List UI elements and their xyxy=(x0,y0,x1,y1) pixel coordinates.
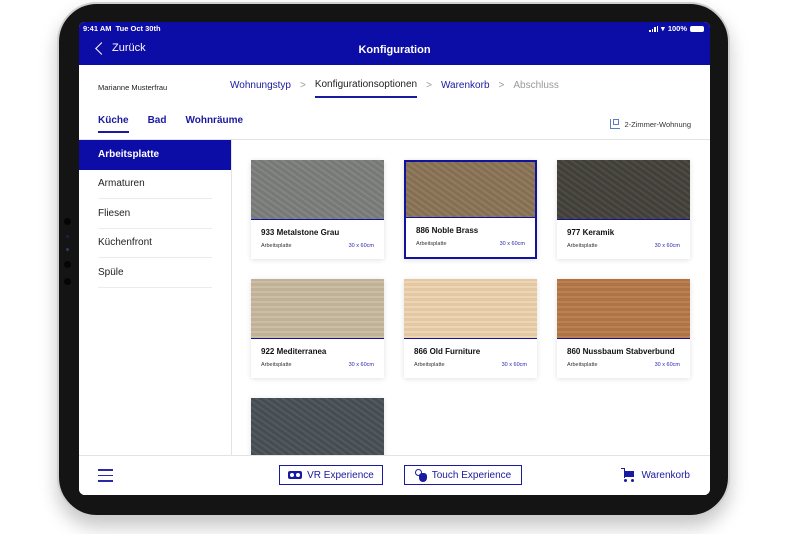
app-screen: 9:41 AM Tue Oct 30th ▾ 100% Zurück Konfi… xyxy=(79,22,710,495)
sidebar-item[interactable]: Armaturen xyxy=(98,170,212,199)
product-grid[interactable]: 933 Metalstone Grau Arbeitsplatte 30 x 60c… xyxy=(232,140,710,455)
bottom-toolbar: VR Experience Touch Experience Warenkorb xyxy=(79,455,710,495)
product-category: Arbeitsplatte xyxy=(261,243,292,249)
material-swatch xyxy=(251,279,384,339)
room-tabs: Küche Bad Wohnräume xyxy=(98,115,243,133)
product-meta: Arbeitsplatte 30 x 60cm xyxy=(416,241,525,247)
breadcrumb-step: Abschluss xyxy=(513,80,559,91)
battery-icon xyxy=(690,25,704,32)
user-name: Marianne Musterfrau xyxy=(98,83,168,92)
menu-button[interactable] xyxy=(98,469,113,486)
product-name: 977 Keramik xyxy=(567,228,615,237)
status-indicators: ▾ 100% xyxy=(649,24,704,33)
main-content: Arbeitsplatte Armaturen Fliesen Küchenfront… xyxy=(79,140,710,455)
signal-icon xyxy=(649,25,659,32)
tablet-camera-sensors xyxy=(62,218,72,295)
apartment-type[interactable]: 2-Zimmer-Wohnung xyxy=(610,119,691,129)
product-meta: Arbeitsplatte 30 x 60cm xyxy=(567,362,680,368)
sidebar-item[interactable]: Fliesen xyxy=(98,199,212,229)
touch-hand-icon xyxy=(414,468,427,482)
breadcrumb-step[interactable]: Wohnungstyp xyxy=(230,80,291,97)
breadcrumb-separator: > xyxy=(498,80,505,91)
date: Tue Oct 30th xyxy=(115,24,161,33)
material-swatch xyxy=(406,162,535,218)
product-size: 30 x 60cm xyxy=(348,243,374,249)
cart-button[interactable]: Warenkorb xyxy=(621,468,690,482)
product-card[interactable]: 933 Metalstone Grau Arbeitsplatte 30 x 60c… xyxy=(251,160,384,259)
wifi-icon: ▾ xyxy=(661,24,665,33)
product-card[interactable] xyxy=(251,398,384,455)
page-title: Konfiguration xyxy=(358,44,431,56)
product-meta: Arbeitsplatte 30 x 60cm xyxy=(261,243,374,249)
status-time: 9:41 AM Tue Oct 30th xyxy=(83,24,161,33)
apartment-label: 2-Zimmer-Wohnung xyxy=(624,119,691,129)
product-card[interactable]: 860 Nussbaum Stabverbund Arbeitsplatte 30 … xyxy=(557,279,690,378)
breadcrumb-step[interactable]: Konfigurationsoptionen xyxy=(314,79,418,98)
room-tab[interactable]: Wohnräume xyxy=(185,115,243,133)
product-card[interactable]: 866 Old Furniture Arbeitsplatte 30 x 60cm xyxy=(404,279,537,378)
battery-percent: 100% xyxy=(667,24,687,33)
product-size: 30 x 60cm xyxy=(348,362,374,368)
category-sidebar: Arbeitsplatte Armaturen Fliesen Küchenfront… xyxy=(79,140,232,455)
product-meta: Arbeitsplatte 30 x 60cm xyxy=(414,362,527,368)
product-name: 860 Nussbaum Stabverbund xyxy=(567,347,675,356)
touch-experience-button[interactable]: Touch Experience xyxy=(404,465,522,485)
product-name: 866 Old Furniture xyxy=(414,347,481,356)
product-size: 30 x 60cm xyxy=(654,243,680,249)
breadcrumb: Wohnungstyp > Konfigurationsoptionen > Waren… xyxy=(230,79,559,98)
floorplan-icon xyxy=(610,119,621,129)
material-swatch xyxy=(557,160,690,220)
product-card[interactable]: 922 Mediterranea Arbeitsplatte 30 x 60cm xyxy=(251,279,384,378)
product-name: 886 Noble Brass xyxy=(416,226,479,235)
product-category: Arbeitsplatte xyxy=(416,241,447,247)
room-tab[interactable]: Bad xyxy=(148,115,167,133)
shopping-cart-icon xyxy=(621,468,635,482)
breadcrumb-separator: > xyxy=(299,80,306,91)
product-card[interactable]: 886 Noble Brass Arbeitsplatte 30 x 60cm xyxy=(404,160,537,259)
sidebar-item[interactable]: Küchenfront xyxy=(98,229,212,258)
product-size: 30 x 60cm xyxy=(654,362,680,368)
material-swatch xyxy=(251,398,384,455)
material-swatch xyxy=(557,279,690,339)
vr-headset-icon xyxy=(288,471,303,479)
breadcrumb-separator: > xyxy=(426,80,432,91)
vr-experience-button[interactable]: VR Experience xyxy=(279,465,383,485)
vr-label: VR Experience xyxy=(307,469,374,481)
subheader: Marianne Musterfrau Wohnungstyp > Konfigur… xyxy=(79,65,710,140)
hamburger-icon xyxy=(98,469,113,471)
cart-label: Warenkorb xyxy=(641,469,690,481)
product-meta: Arbeitsplatte 30 x 60cm xyxy=(261,362,374,368)
material-swatch xyxy=(251,160,384,220)
product-size: 30 x 60cm xyxy=(499,241,525,247)
product-category: Arbeitsplatte xyxy=(567,362,598,368)
material-swatch xyxy=(404,279,537,339)
product-category: Arbeitsplatte xyxy=(261,362,292,368)
breadcrumb-step[interactable]: Warenkorb xyxy=(441,80,490,97)
sidebar-item[interactable]: Arbeitsplatte xyxy=(79,140,231,170)
product-card[interactable]: 977 Keramik Arbeitsplatte 30 x 60cm xyxy=(557,160,690,259)
product-category: Arbeitsplatte xyxy=(414,362,445,368)
room-tab[interactable]: Küche xyxy=(98,115,129,133)
touch-label: Touch Experience xyxy=(431,469,512,481)
product-category: Arbeitsplatte xyxy=(567,243,598,249)
product-size: 30 x 60cm xyxy=(501,362,527,368)
sidebar-item[interactable]: Spüle xyxy=(98,258,212,288)
product-name: 933 Metalstone Grau xyxy=(261,228,340,237)
nav-bar: 9:41 AM Tue Oct 30th ▾ 100% Zurück Konfi… xyxy=(79,22,710,65)
product-name: 922 Mediterranea xyxy=(261,347,327,356)
product-meta: Arbeitsplatte 30 x 60cm xyxy=(567,243,680,249)
clock: 9:41 AM xyxy=(83,24,112,33)
